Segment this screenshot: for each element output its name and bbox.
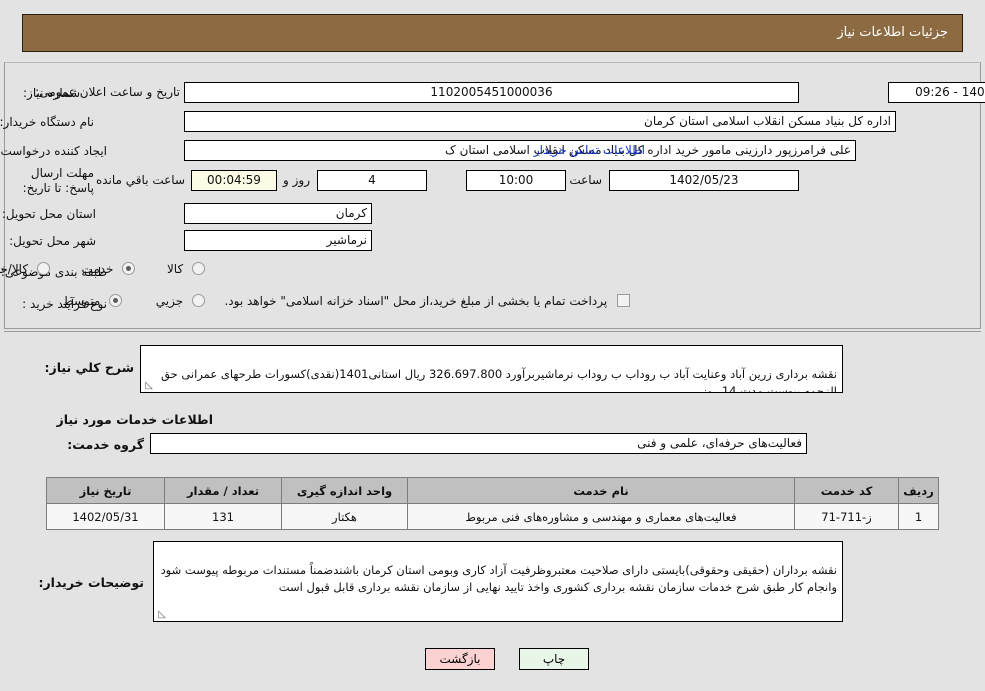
page-root: V anaTenderNet جزئیات اطلاعات نیاز شماره… bbox=[0, 0, 985, 691]
cell-code: ز-711-71 bbox=[794, 503, 899, 530]
category-radio-group: کالا خدمت کالا/خدمت bbox=[0, 262, 205, 276]
purchase-option-motevaset[interactable]: متوسط bbox=[63, 294, 123, 308]
delivery-province-value: کرمان bbox=[184, 203, 372, 224]
col-index: ردیف bbox=[898, 477, 939, 504]
treasury-checkbox[interactable] bbox=[617, 294, 630, 307]
announce-datetime-value: 1402/05/19 - 09:26 bbox=[888, 82, 985, 103]
category-option-kala-label: کالا bbox=[166, 262, 184, 276]
description-textarea[interactable]: نقشه برداری زرین آباد وعنایت آباد ب رودا… bbox=[140, 345, 843, 393]
radio-motevaset-icon[interactable] bbox=[109, 294, 123, 307]
delivery-province-label: استان محل تحویل: bbox=[1, 207, 96, 221]
buyer-org-label: نام دستگاه خریدار: bbox=[0, 115, 94, 129]
category-option-khedmat[interactable]: خدمت bbox=[78, 262, 136, 276]
remaining-days-label: روز و bbox=[283, 173, 310, 187]
treasury-note-group: پرداخت تمام یا بخشی از مبلغ خرید،از محل … bbox=[224, 294, 630, 308]
col-name: نام خدمت bbox=[407, 477, 795, 504]
cell-index: 1 bbox=[898, 503, 939, 530]
cell-quantity: 131 bbox=[164, 503, 282, 530]
remaining-days-value: 4 bbox=[317, 170, 427, 191]
radio-khedmat-icon[interactable] bbox=[122, 262, 136, 275]
resize-grip-icon[interactable]: ◺ bbox=[143, 381, 153, 391]
requester-value: علی فرامرزپور دارزینی مامور خرید اداره ک… bbox=[184, 140, 856, 161]
buyer-notes-text: نقشه برداران (حقیقی وحقوقی)بایستی دارای … bbox=[160, 563, 837, 594]
buyer-org-value: اداره کل بنیاد مسکن انقلاب اسلامی استان … bbox=[184, 111, 896, 132]
services-table: ردیف کد خدمت نام خدمت واحد اندازه گیری ت… bbox=[46, 477, 939, 530]
countdown-timer-value: 00:04:59 bbox=[191, 170, 277, 191]
treasury-note-label: پرداخت تمام یا بخشی از مبلغ خرید،از محل … bbox=[224, 294, 608, 308]
col-unit: واحد اندازه گیری bbox=[281, 477, 408, 504]
cell-date: 1402/05/31 bbox=[46, 503, 165, 530]
need-number-value: 1102005451000036 bbox=[184, 82, 799, 103]
page-header-bar: جزئیات اطلاعات نیاز bbox=[22, 14, 963, 52]
category-option-kala[interactable]: کالا bbox=[163, 262, 205, 276]
requester-label: ایجاد کننده درخواست: bbox=[0, 144, 107, 158]
table-row: 1 ز-711-71 فعالیت‌های معماری و مهندسی و … bbox=[46, 503, 939, 530]
deadline-label: مهلت ارسال پاسخ: تا تاریخ: bbox=[22, 166, 94, 195]
table-header-row: ردیف کد خدمت نام خدمت واحد اندازه گیری ت… bbox=[46, 477, 939, 504]
radio-kala-icon[interactable] bbox=[192, 262, 205, 275]
countdown-label: ساعت باقي مانده bbox=[95, 173, 185, 187]
buyer-notes-textarea[interactable]: نقشه برداران (حقیقی وحقوقی)بایستی دارای … bbox=[153, 541, 843, 622]
buyer-notes-label: توضیحات خریدار: bbox=[38, 575, 144, 590]
col-date: تاریخ نیاز bbox=[46, 477, 165, 504]
deadline-time-label: ساعت bbox=[569, 173, 602, 187]
radio-kala-khedmat-icon[interactable] bbox=[36, 262, 50, 275]
description-label: شرح کلي نیاز: bbox=[44, 360, 134, 375]
resize-grip-icon-2[interactable]: ◺ bbox=[156, 610, 166, 620]
cell-name: فعالیت‌های معماری و مهندسی و مشاوره‌های … bbox=[407, 503, 795, 530]
buyer-contact-link[interactable]: اطلاعات تماس خریدار bbox=[534, 140, 645, 161]
description-text: نقشه برداری زرین آباد وعنایت آباد ب رودا… bbox=[160, 367, 837, 393]
purchase-option-jozi[interactable]: جزیي bbox=[152, 294, 205, 308]
cell-unit: هکتار bbox=[281, 503, 408, 530]
print-button[interactable]: چاپ bbox=[519, 648, 589, 670]
services-section-title: اطلاعات خدمات مورد نیاز bbox=[56, 412, 214, 427]
back-button[interactable]: بازگشت bbox=[425, 648, 495, 670]
deadline-date-value: 1402/05/23 bbox=[609, 170, 799, 191]
category-option-kala-khedmat-label: کالا/خدمت bbox=[0, 262, 29, 276]
purchase-radio-group: جزیي متوسط bbox=[63, 294, 205, 308]
announce-datetime-label: تاریخ و ساعت اعلان عمومی: bbox=[35, 85, 180, 99]
col-quantity: تعداد / مقدار bbox=[164, 477, 282, 504]
deadline-time-value: 10:00 bbox=[466, 170, 566, 191]
category-option-khedmat-label: خدمت bbox=[81, 262, 114, 276]
delivery-city-value: نرماشیر bbox=[184, 230, 372, 251]
page-title: جزئیات اطلاعات نیاز bbox=[837, 25, 948, 40]
delivery-city-label: شهر محل تحویل: bbox=[9, 234, 96, 248]
col-code: کد خدمت bbox=[794, 477, 899, 504]
purchase-option-jozi-label: جزیي bbox=[155, 294, 184, 308]
category-option-kala-khedmat[interactable]: کالا/خدمت bbox=[0, 262, 50, 276]
service-group-value: فعالیت‌های حرفه‌ای، علمی و فنی bbox=[150, 433, 807, 454]
service-group-label: گروه خدمت: bbox=[67, 437, 144, 452]
radio-jozi-icon[interactable] bbox=[192, 294, 205, 307]
purchase-option-motevaset-label: متوسط bbox=[62, 294, 101, 308]
